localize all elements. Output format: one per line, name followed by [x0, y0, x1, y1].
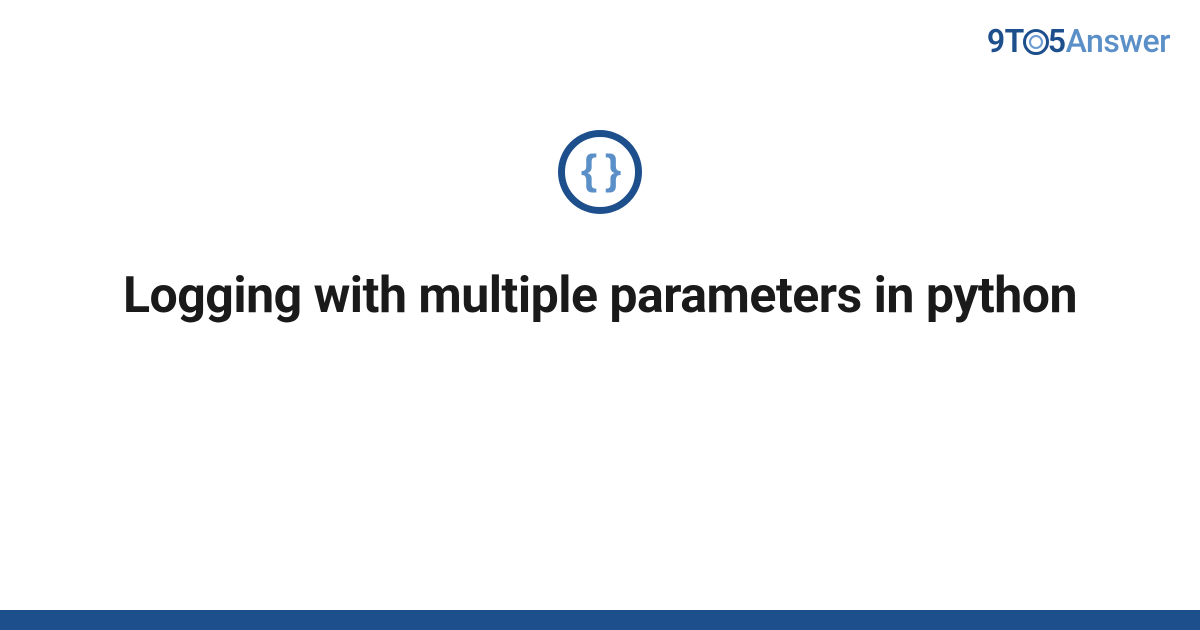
code-braces-icon: { }	[558, 130, 642, 214]
logo-text-answer: Answer	[1066, 22, 1170, 60]
hero-block: { } Logging with multiple parameters in …	[0, 130, 1200, 327]
logo-text-5: 5	[1048, 22, 1066, 60]
footer-bar	[0, 610, 1200, 630]
braces-glyph: { }	[581, 149, 619, 191]
logo-text-9t: 9T	[987, 22, 1024, 60]
page-title: Logging with multiple parameters in pyth…	[123, 266, 1077, 327]
site-logo: 9T 5Answer	[987, 22, 1170, 60]
clock-o-icon	[1023, 29, 1049, 55]
